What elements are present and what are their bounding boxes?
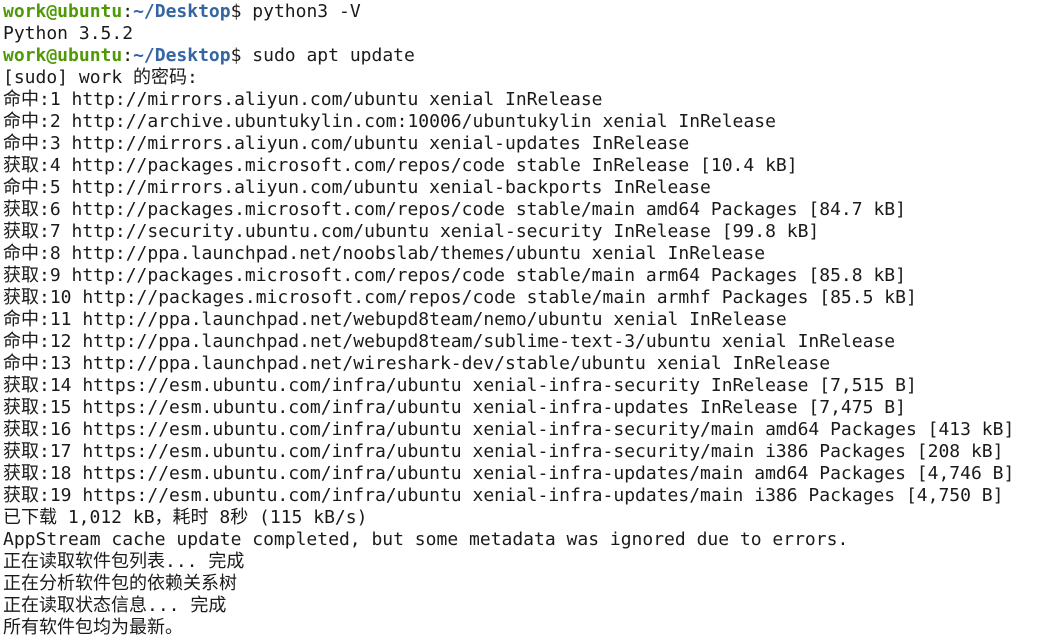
output-line: 获取:9 http://packages.microsoft.com/repos… xyxy=(3,265,906,286)
output-line: 已下载 1,012 kB，耗时 8秒 (115 kB/s) xyxy=(3,507,368,528)
output-line: 命中:2 http://archive.ubuntukylin.com:1000… xyxy=(3,111,776,132)
output-line: 命中:11 http://ppa.launchpad.net/webupd8te… xyxy=(3,309,787,330)
output-line: 正在分析软件包的依赖关系树 xyxy=(3,573,237,594)
output-line: 命中:5 http://mirrors.aliyun.com/ubuntu xe… xyxy=(3,177,711,198)
output-line: 命中:13 http://ppa.launchpad.net/wireshark… xyxy=(3,353,831,374)
prompt-line: work@ubuntu:~/Desktop$ python3 -V xyxy=(3,1,1064,23)
output-line: AppStream cache update completed, but so… xyxy=(3,529,849,550)
command-text: sudo apt update xyxy=(241,45,415,66)
output-line: 获取:10 http://packages.microsoft.com/repo… xyxy=(3,287,917,308)
output-line: 命中:8 http://ppa.launchpad.net/noobslab/t… xyxy=(3,243,766,264)
output-line: 正在读取软件包列表... 完成 xyxy=(3,551,245,572)
output-line: Python 3.5.2 xyxy=(3,23,134,44)
output-line: 所有软件包均为最新。 xyxy=(3,617,183,638)
prompt-user-host: work@ubuntu xyxy=(3,1,123,22)
output-line: 正在读取状态信息... 完成 xyxy=(3,595,227,616)
output-line: 获取:17 https://esm.ubuntu.com/infra/ubunt… xyxy=(3,441,1004,462)
prompt-symbol: $ xyxy=(230,45,242,66)
prompt-colon: : xyxy=(122,1,134,22)
output-line: 获取:7 http://security.ubuntu.com/ubuntu x… xyxy=(3,221,820,242)
prompt-path: ~/Desktop xyxy=(133,1,231,22)
output-line: 获取:6 http://packages.microsoft.com/repos… xyxy=(3,199,906,220)
prompt-user-host: work@ubuntu xyxy=(3,45,123,66)
terminal-window[interactable]: work@ubuntu:~/Desktop$ python3 -V Python… xyxy=(0,0,1064,640)
output-line: 命中:3 http://mirrors.aliyun.com/ubuntu xe… xyxy=(3,133,690,154)
prompt-symbol: $ xyxy=(230,1,242,22)
output-line: 获取:15 https://esm.ubuntu.com/infra/ubunt… xyxy=(3,397,906,418)
output-line: [sudo] work 的密码: xyxy=(3,67,198,88)
output-line: 获取:18 https://esm.ubuntu.com/infra/ubunt… xyxy=(3,463,1015,484)
output-line: 获取:16 https://esm.ubuntu.com/infra/ubunt… xyxy=(3,419,1015,440)
output-line: 获取:19 https://esm.ubuntu.com/infra/ubunt… xyxy=(3,485,1004,506)
terminal-output: work@ubuntu:~/Desktop$ python3 -V Python… xyxy=(3,1,1064,639)
output-line: 命中:1 http://mirrors.aliyun.com/ubuntu xe… xyxy=(3,89,603,110)
command-text: python3 -V xyxy=(241,1,361,22)
prompt-line: work@ubuntu:~/Desktop$ sudo apt update xyxy=(3,45,1064,67)
output-line: 获取:4 http://packages.microsoft.com/repos… xyxy=(3,155,798,176)
output-line: 获取:14 https://esm.ubuntu.com/infra/ubunt… xyxy=(3,375,917,396)
prompt-path: ~/Desktop xyxy=(133,45,231,66)
output-line: 命中:12 http://ppa.launchpad.net/webupd8te… xyxy=(3,331,896,352)
prompt-colon: : xyxy=(122,45,134,66)
